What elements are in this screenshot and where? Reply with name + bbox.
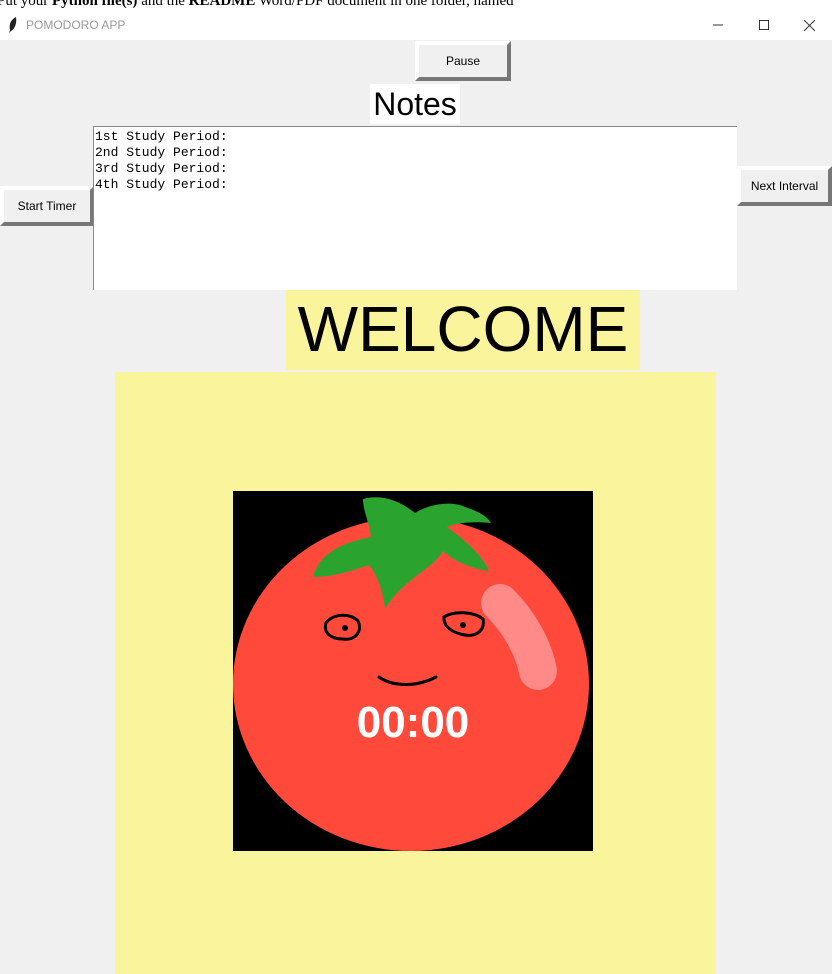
tomato-image: 00:00 bbox=[233, 497, 589, 851]
feather-icon bbox=[9, 17, 17, 33]
background-document-text: Put your Python file(s) and the README W… bbox=[0, 0, 514, 9]
pause-button-label: Pause bbox=[445, 54, 481, 68]
timer-display: 00:00 bbox=[357, 698, 470, 747]
next-interval-button-label: Next Interval bbox=[750, 179, 819, 193]
close-icon bbox=[803, 19, 815, 31]
maximize-icon bbox=[759, 20, 769, 30]
start-timer-button[interactable]: Start Timer bbox=[0, 186, 94, 226]
tomato-canvas: 00:00 bbox=[233, 491, 593, 851]
next-interval-button[interactable]: Next Interval bbox=[737, 166, 832, 206]
minimize-button[interactable] bbox=[695, 10, 741, 40]
notes-title: Notes bbox=[370, 84, 460, 124]
minimize-icon bbox=[713, 24, 723, 26]
welcome-label: WELCOME bbox=[286, 290, 640, 370]
maximize-button[interactable] bbox=[741, 10, 787, 40]
window-titlebar[interactable]: POMODORO APP bbox=[0, 10, 832, 40]
background-document-strip: Put your Python file(s) and the README W… bbox=[0, 0, 832, 10]
pause-button[interactable]: Pause bbox=[415, 41, 511, 81]
notes-textarea[interactable]: 1st Study Period: 2nd Study Period: 3rd … bbox=[93, 126, 737, 290]
close-button[interactable] bbox=[786, 10, 832, 40]
window-title: POMODORO APP bbox=[26, 18, 126, 32]
start-timer-button-label: Start Timer bbox=[17, 199, 77, 213]
